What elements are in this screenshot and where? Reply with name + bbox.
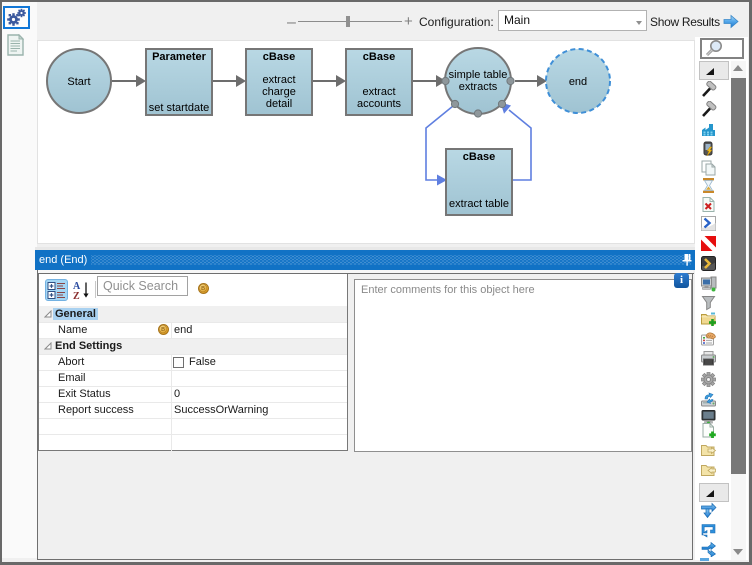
svg-text:extract table: extract table xyxy=(449,198,509,210)
svg-text:end: end xyxy=(569,76,587,88)
svg-text:Z: Z xyxy=(73,291,80,300)
svg-text:simple table: simple table xyxy=(449,69,508,81)
svg-text:set startdate: set startdate xyxy=(149,102,210,114)
svg-text:cBase: cBase xyxy=(463,151,495,163)
svg-text:Parameter: Parameter xyxy=(152,51,207,63)
svg-text:extract: extract xyxy=(362,86,395,98)
svg-text:charge: charge xyxy=(262,86,296,98)
svg-text:accounts: accounts xyxy=(357,98,402,110)
svg-text:extracts: extracts xyxy=(459,81,498,93)
svg-text:Start: Start xyxy=(67,76,90,88)
svg-text:cBase: cBase xyxy=(263,51,295,63)
svg-text:detail: detail xyxy=(266,98,292,110)
svg-text:cBase: cBase xyxy=(363,51,395,63)
svg-text:extract: extract xyxy=(262,74,295,86)
